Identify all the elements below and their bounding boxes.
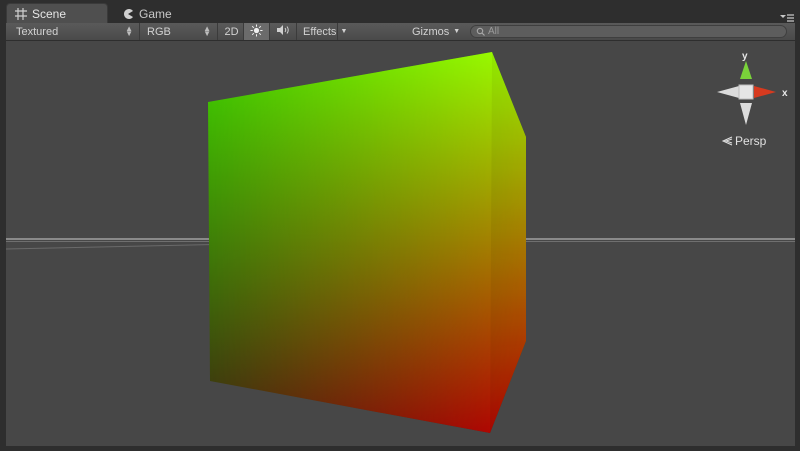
speaker-icon <box>276 24 291 39</box>
tab-scene-label: Scene <box>32 7 67 21</box>
audio-toggle-button[interactable] <box>270 23 297 40</box>
lighting-toggle-button[interactable] <box>244 23 270 40</box>
hierarchy-search-input[interactable]: All <box>470 25 787 38</box>
gizmo-neg-x-cone[interactable] <box>717 86 739 98</box>
chevron-down-icon: ▼ <box>340 28 348 35</box>
projection-toggle[interactable]: Persp <box>721 134 766 148</box>
gizmo-y-label: y <box>742 51 748 62</box>
frame-bottom <box>0 446 800 451</box>
effects-button[interactable]: Effects <box>299 23 338 40</box>
search-placeholder: All <box>488 26 500 37</box>
perspective-icon <box>721 136 733 146</box>
dropdown-arrows-icon: ▲ ▼ <box>125 24 133 38</box>
toggle-2d-label: 2D <box>224 25 239 38</box>
tab-game-label: Game <box>139 6 172 21</box>
gizmo-x-label: x <box>782 88 788 99</box>
search-icon <box>476 27 486 36</box>
panel-menu-icon[interactable] <box>780 10 794 22</box>
toggle-2d-button[interactable]: 2D <box>220 23 244 40</box>
gizmos-label: Gizmos <box>412 25 450 38</box>
scene-viewport[interactable]: y x <box>6 41 795 446</box>
sun-icon <box>250 24 263 40</box>
tab-game[interactable]: Game <box>114 4 204 23</box>
scene-toolbar: Textured ▲▼ RGB ▲▼ 2D Effects ▼ Gizmos <box>0 23 800 41</box>
scene-canvas: y x <box>6 51 795 433</box>
dropdown-arrows-icon: ▲ ▼ <box>203 24 211 38</box>
scene-window: Scene Game Textured ▲ ▼ RGB ▲ ▼ 2D Effec… <box>0 0 800 451</box>
effects-label: Effects <box>303 25 337 38</box>
color-mode-dropdown[interactable]: RGB ▲ ▼ <box>140 23 218 40</box>
frame-left <box>0 23 6 451</box>
effects-dropdown-button[interactable]: ▼ <box>338 23 350 40</box>
orientation-gizmo[interactable]: y x <box>717 51 788 125</box>
cube-object[interactable] <box>208 52 526 433</box>
gizmos-dropdown[interactable]: Gizmos ▼ <box>412 23 462 40</box>
render-mode-label: Textured <box>16 25 59 38</box>
color-mode-label: RGB <box>147 25 171 38</box>
tab-bar: Scene Game <box>0 0 800 24</box>
game-pacman-icon <box>120 7 136 21</box>
gizmo-center-cube[interactable] <box>738 84 754 100</box>
render-mode-dropdown[interactable]: Textured ▲ ▼ <box>6 23 140 40</box>
frame-right <box>795 23 800 451</box>
scene-grid-icon <box>13 7 29 21</box>
tab-scene[interactable]: Scene <box>6 3 108 24</box>
gizmo-y-cone[interactable] <box>740 61 752 79</box>
gizmo-x-cone[interactable] <box>754 86 776 98</box>
projection-label: Persp <box>735 134 767 148</box>
chevron-down-icon: ▼ <box>453 28 461 35</box>
gizmo-neg-y-cone[interactable] <box>740 103 752 125</box>
